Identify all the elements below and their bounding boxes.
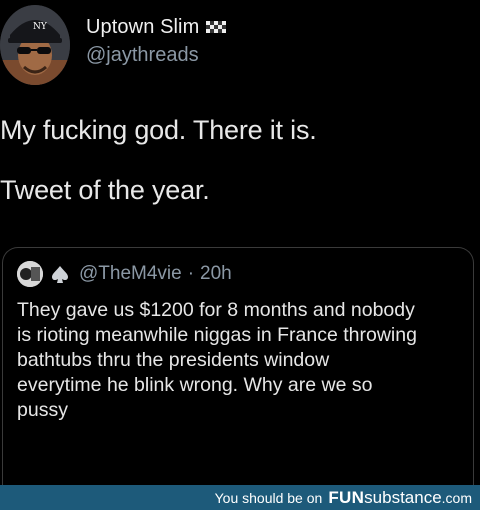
quoted-author-handle[interactable]: @TheM4vie [79,263,182,285]
quoted-text-line: They gave us $1200 for 8 months and nobo… [17,299,415,321]
brand-rest: substance [364,487,442,507]
author-handle[interactable]: @jaythreads [86,44,199,67]
quoted-separator: · [187,263,195,284]
brand-bold: FUN [328,487,365,507]
spade-icon [49,263,71,285]
author-avatar[interactable]: NY [0,5,70,85]
checkered-flag-icon [205,20,227,36]
quoted-timestamp[interactable]: 20h [200,263,232,285]
author-name-row: Uptown Slim [86,16,227,39]
quoted-text-line: is rioting meanwhile niggas in France th… [17,324,417,346]
quoted-text-line: everytime he blink wrong. Why are we so [17,374,373,396]
tweet-card: NY Uptown Slim @jaythreads My fucking go… [0,0,480,487]
quoted-author-avatar[interactable] [17,261,43,287]
quoted-tweet-header: @TheM4vie · 20h [17,261,232,287]
brand-domain: .com [441,489,472,506]
footer-prefix: You should be on [214,489,323,506]
tweet-text-line-1: My fucking god. There it is. [0,115,317,145]
watermark-footer: You should be on FUN substance .com [0,485,480,510]
quoted-text-line: pussy [17,399,68,421]
profile-photo-icon: NY [0,5,70,85]
quoted-text-line: bathtubs thru the presidents window [17,349,330,371]
author-display-name[interactable]: Uptown Slim [86,16,199,39]
tweet-text-line-2: Tweet of the year. [0,175,210,205]
quoted-tweet[interactable]: @TheM4vie · 20h They gave us $1200 for 8… [2,247,474,487]
quoted-tweet-text: They gave us $1200 for 8 months and nobo… [17,298,473,423]
svg-text:NY: NY [33,22,48,32]
